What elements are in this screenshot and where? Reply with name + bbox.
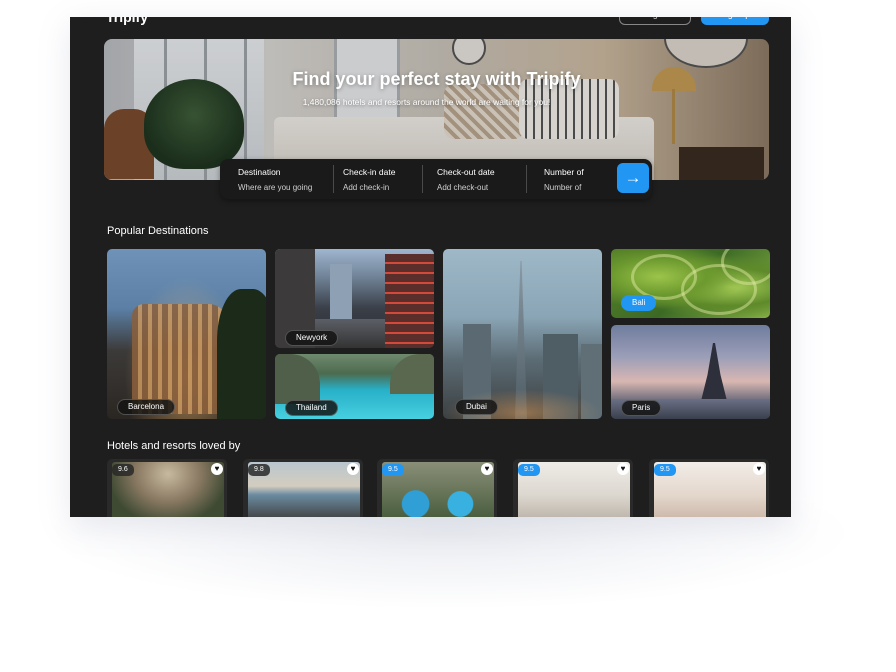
search-submit-button[interactable]: → xyxy=(617,163,649,193)
destination-card-dubai[interactable]: Dubai xyxy=(443,249,602,419)
rating-badge: 9.5 xyxy=(382,464,404,476)
heart-icon[interactable]: ♥ xyxy=(211,463,223,475)
destination-card-barcelona[interactable]: Barcelona xyxy=(107,249,266,419)
destination-label: Thailand xyxy=(285,400,338,416)
hero-subtitle: 1,480,086 hotels and resorts around the … xyxy=(302,97,551,107)
heart-icon[interactable]: ♥ xyxy=(481,463,493,475)
divider xyxy=(526,165,527,193)
signup-button[interactable]: Sign up xyxy=(701,17,769,25)
heart-icon[interactable]: ♥ xyxy=(753,463,765,475)
search-bar: Destination Where are you going Check-in… xyxy=(220,159,652,199)
login-button[interactable]: Log in xyxy=(619,17,691,25)
divider xyxy=(333,165,334,193)
top-nav: Tripify Log in Sign up xyxy=(70,17,791,39)
rating-badge: 9.5 xyxy=(518,464,540,476)
hotels-section-title: Hotels and resorts loved by xyxy=(107,440,241,452)
destination-label: Paris xyxy=(621,400,662,416)
hero-title: Find your perfect stay with Tripify xyxy=(292,69,581,89)
destination-card-newyork[interactable]: Newyork xyxy=(275,249,434,348)
logo[interactable]: Tripify xyxy=(106,17,148,27)
destination-label: Barcelona xyxy=(117,399,176,415)
rating-badge: 9.5 xyxy=(654,464,676,476)
destination-label: Bali xyxy=(621,295,657,311)
hotel-card[interactable]: 9.8 ♥ xyxy=(243,459,363,517)
destination-card-bali[interactable]: Bali xyxy=(611,249,770,318)
arrow-right-icon: → xyxy=(624,168,642,187)
hotel-card[interactable]: 9.5 ♥ xyxy=(513,459,633,517)
guests-field[interactable]: Number of Number of xyxy=(544,167,610,193)
hotel-card[interactable]: 9.5 ♥ xyxy=(649,459,769,517)
rating-badge: 9.8 xyxy=(248,464,270,476)
app-window: Tripify Log in Sign up Find your perfect… xyxy=(70,17,791,517)
rating-badge: 9.6 xyxy=(112,464,134,476)
destination-field[interactable]: Destination Where are you going xyxy=(238,167,334,193)
divider xyxy=(422,165,423,193)
destination-label: Dubai xyxy=(455,399,498,415)
heart-icon[interactable]: ♥ xyxy=(617,463,629,475)
hotel-card[interactable]: 9.5 ♥ xyxy=(377,459,497,517)
checkout-field[interactable]: Check-out date Add check-out xyxy=(437,167,522,193)
checkin-field[interactable]: Check-in date Add check-in xyxy=(343,167,423,193)
popular-destinations-title: Popular Destinations xyxy=(107,225,209,237)
heart-icon[interactable]: ♥ xyxy=(347,463,359,475)
hotel-card[interactable]: 9.6 ♥ xyxy=(107,459,227,517)
destination-card-paris[interactable]: Paris xyxy=(611,325,770,419)
destination-card-thailand[interactable]: Thailand xyxy=(275,354,434,419)
destination-label: Newyork xyxy=(285,330,339,346)
